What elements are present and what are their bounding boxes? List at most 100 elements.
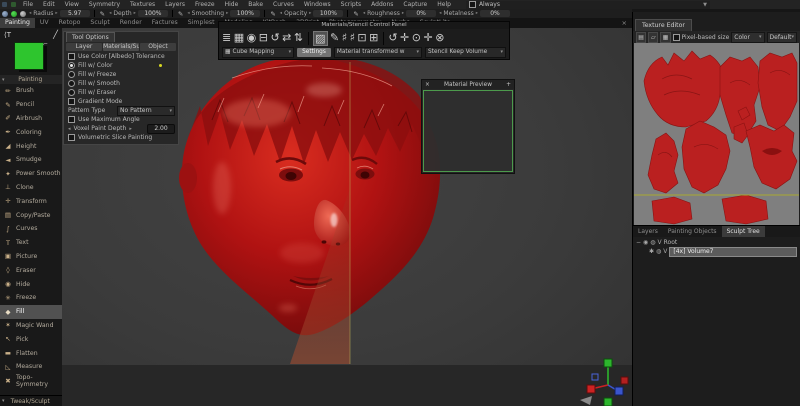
menu-freeze[interactable]: Freeze (190, 1, 220, 8)
pin-icon[interactable]: + (506, 82, 511, 88)
chevron-down-icon[interactable]: ▼ (703, 2, 707, 8)
fill-with-eraser-radio[interactable]: Fill w/ Eraser (64, 88, 178, 97)
shader-sphere-icon[interactable]: ◍ (656, 248, 661, 255)
zoom-icon[interactable]: ⊙ (412, 30, 421, 46)
material-preview-area[interactable] (422, 89, 514, 173)
tree-volume-row[interactable]: ✱ ◍ V [4x] Volume7 (633, 247, 800, 256)
radio[interactable] (68, 71, 75, 78)
tool-curves[interactable]: ∫Curves (0, 222, 62, 236)
shader-sphere-icon[interactable]: ◍ (650, 239, 655, 246)
tool-fill[interactable]: ◆Fill (0, 305, 62, 319)
use-color-tolerance-row[interactable]: Use Color [Albedo] Tolerance (64, 52, 178, 61)
tool-pick[interactable]: ↖Pick (0, 332, 62, 346)
sphere-preview-icon[interactable] (2, 11, 8, 17)
voxel-paint-depth-value[interactable]: 2.00 (147, 124, 175, 134)
tool-measure[interactable]: ◺Measure (0, 360, 62, 374)
tune-sliders-icon[interactable]: ≣ (222, 30, 231, 46)
primary-color-swatch[interactable] (14, 42, 44, 70)
tool-transform[interactable]: ✛Transform (0, 194, 62, 208)
depth-value[interactable]: 100% (138, 10, 168, 17)
menu-textures[interactable]: Textures (125, 1, 160, 8)
always-dropdown[interactable]: Always ▼ (466, 1, 710, 9)
tool-flatten[interactable]: ▬Flatten (0, 346, 62, 360)
tool-eraser[interactable]: ◊Eraser (0, 263, 62, 277)
radius-value[interactable]: 5.97 (60, 10, 90, 17)
material-mode-select[interactable]: Material transformed w ▾ (334, 47, 422, 58)
eye-icon[interactable]: ◉ (247, 30, 257, 46)
tool-hide[interactable]: ◉Hide (0, 277, 62, 291)
menu-addons[interactable]: Addons (366, 1, 398, 8)
sidebar-section-tweak-sculpt[interactable]: ▾ Tweak/Sculpt (0, 395, 62, 406)
menu-help[interactable]: Help (432, 1, 456, 8)
color-orb-icon[interactable] (11, 11, 17, 17)
close-icon[interactable]: × (622, 19, 627, 27)
tab-retopo[interactable]: Retopo (54, 18, 86, 28)
material-orb-icon[interactable] (20, 11, 26, 17)
view-mode-select[interactable]: Default ▾ (767, 32, 797, 43)
metalness-control[interactable]: ◂Metalness▸ 0% (439, 10, 510, 17)
mode-object-button[interactable]: Object (140, 43, 176, 51)
settings-button[interactable]: Settings (297, 48, 331, 57)
collapse-icon[interactable]: − (636, 239, 641, 246)
menu-bake[interactable]: Bake (243, 1, 268, 8)
lock-icon[interactable]: ⊟ (259, 30, 268, 46)
menu-capture[interactable]: Capture (398, 1, 432, 8)
swap-vertical-icon[interactable]: ⇅ (294, 30, 303, 46)
mode-materials-button[interactable]: Materials/Sur (103, 43, 139, 51)
pen-pressure-icon[interactable]: ✎ (353, 10, 358, 18)
swap-horizontal-icon[interactable]: ⇄ (282, 30, 291, 46)
roughness-value[interactable]: 0% (406, 10, 436, 17)
menu-view[interactable]: View (60, 1, 84, 8)
stencil-hatch-icon[interactable]: ▨ (313, 31, 327, 46)
tool-copy-paste[interactable]: ▤Copy/Paste (0, 208, 62, 222)
tab-painting-objects[interactable]: Painting Objects (663, 226, 722, 237)
tab-sculpt[interactable]: Sculpt (85, 18, 114, 28)
grid-snap-icon[interactable]: ♯ (342, 30, 347, 46)
fill-with-freeze-radio[interactable]: Fill w/ Freeze (64, 70, 178, 79)
reset-rotation-icon[interactable]: ↺ (388, 30, 397, 46)
reset-transform-icon[interactable]: ⊗ (435, 30, 444, 46)
folder-icon[interactable]: ▱ (648, 32, 658, 43)
menu-layers[interactable]: Layers (160, 1, 190, 8)
checkbox[interactable] (68, 116, 75, 123)
tool-coloring[interactable]: ✒Coloring (0, 125, 62, 139)
edit-stencil-icon[interactable]: ✎ (330, 30, 339, 46)
menu-symmetry[interactable]: Symmetry (84, 1, 125, 8)
sidebar-section-painting[interactable]: ▾ Painting (0, 75, 62, 84)
radius-control[interactable]: ◂Radius▸ 5.97 (29, 10, 90, 17)
smoothing-value[interactable]: 100% (230, 10, 260, 17)
menu-windows[interactable]: Windows (299, 1, 336, 8)
metalness-value[interactable]: 0% (480, 10, 510, 17)
menu-curves[interactable]: Curves (268, 1, 299, 8)
smoothing-control[interactable]: ◂Smoothing▸ 100% (187, 10, 260, 17)
move-icon[interactable]: ✛ (400, 30, 409, 46)
paste-icon[interactable]: ⊞ (369, 30, 378, 46)
tool-pencil[interactable]: ✎Pencil (0, 98, 62, 112)
tool-magic-wand[interactable]: ✶Magic Wand (0, 319, 62, 333)
radio[interactable] (68, 89, 75, 96)
tab-sculpt-tree[interactable]: Sculpt Tree (722, 226, 765, 237)
pen-icon[interactable]: ╱ (53, 30, 58, 39)
volume-name-field[interactable]: [4x] Volume7 (669, 247, 797, 257)
new-texture-icon[interactable]: ▤ (636, 32, 646, 43)
tab-factures[interactable]: Factures (147, 18, 183, 28)
tool-power-smooth[interactable]: ✦Power Smooth (0, 167, 62, 181)
pixel-based-checkbox[interactable] (673, 34, 680, 41)
menu-edit[interactable]: Edit (38, 1, 60, 8)
pan-icon[interactable]: ✛ (423, 30, 432, 46)
checkbox[interactable] (68, 98, 75, 105)
tab-simplest[interactable]: Simplest (183, 18, 220, 28)
tool-clone[interactable]: ⊥Clone (0, 181, 62, 195)
ghost-toggle-icon[interactable]: ✱ (649, 248, 654, 255)
checkbox[interactable] (68, 53, 75, 60)
menu-scripts[interactable]: Scripts (336, 1, 367, 8)
tool-smudge[interactable]: ◄Smudge (0, 153, 62, 167)
tab-render[interactable]: Render (115, 18, 147, 28)
tool-height[interactable]: ◢Height (0, 139, 62, 153)
pattern-type-select[interactable]: No Pattern ▾ (117, 106, 175, 116)
tool-picture[interactable]: ▣Picture (0, 250, 62, 264)
tab-layers[interactable]: Layers (633, 226, 663, 237)
rotate-ccw-icon[interactable]: ↺ (270, 30, 279, 46)
tool-topo-symmetry[interactable]: ✖Topo-Symmetry (0, 374, 62, 388)
uv-texture-canvas[interactable] (634, 43, 799, 225)
